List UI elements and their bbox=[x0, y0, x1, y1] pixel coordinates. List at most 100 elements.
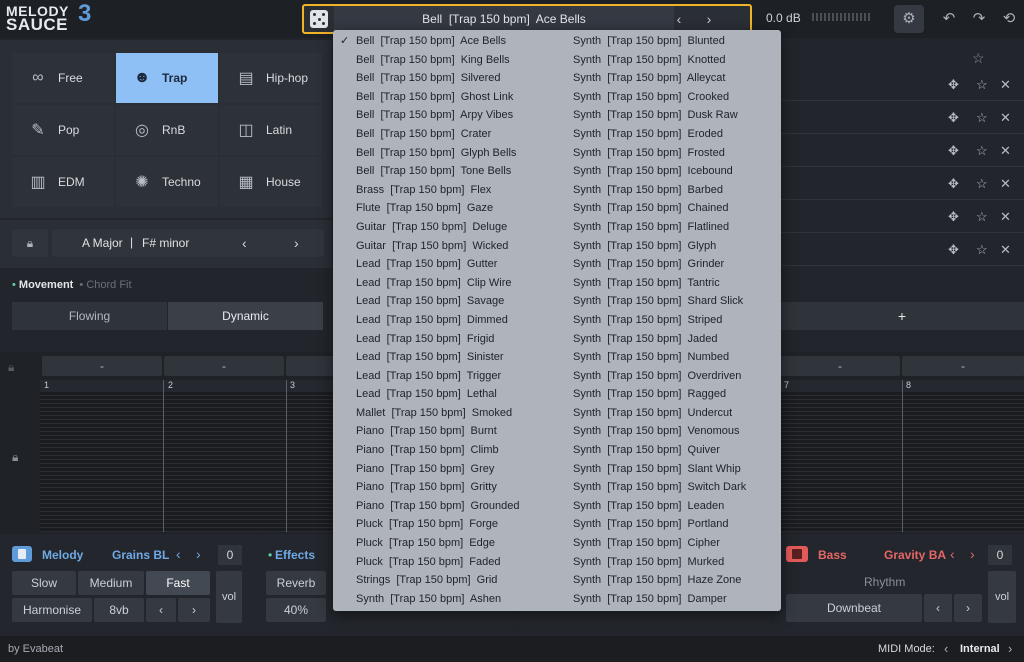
preset-item[interactable]: Bell [Trap 150 bpm] Silvered bbox=[333, 69, 563, 88]
preset-item[interactable]: Synth [Trap 150 bpm] Alleycat bbox=[573, 69, 781, 88]
preset-item[interactable]: Guitar [Trap 150 bpm] Deluge bbox=[333, 218, 563, 237]
move-icon[interactable]: ✥ bbox=[948, 209, 959, 225]
preset-item[interactable]: Pluck [Trap 150 bpm] Faded bbox=[333, 553, 563, 572]
star-icon[interactable]: ☆ bbox=[976, 176, 988, 192]
key-selector[interactable]: A Major | F# minor ‹ › bbox=[52, 229, 324, 257]
list-item[interactable]: ✥ ☆ ✕ bbox=[780, 101, 1024, 134]
preset-item[interactable]: Lead [Trap 150 bpm] Trigger bbox=[333, 367, 563, 386]
speed-medium[interactable]: Medium bbox=[78, 571, 144, 595]
melody-prev-button[interactable]: ‹ bbox=[176, 546, 181, 562]
star-icon[interactable]: ☆ bbox=[976, 242, 988, 258]
list-item[interactable]: ✥ ☆ ✕ bbox=[780, 200, 1024, 233]
move-icon[interactable]: ✥ bbox=[948, 242, 959, 258]
bar-header[interactable]: - bbox=[42, 356, 162, 376]
close-icon[interactable]: ✕ bbox=[1000, 209, 1011, 225]
bar-header[interactable]: - bbox=[780, 356, 900, 376]
preset-item[interactable]: Synth [Trap 150 bpm] Shard Slick bbox=[573, 292, 781, 311]
preset-item[interactable]: Synth [Trap 150 bpm] Switch Dark bbox=[573, 478, 781, 497]
move-icon[interactable]: ✥ bbox=[948, 77, 959, 93]
list-item[interactable]: ✥ ☆ ✕ bbox=[780, 167, 1024, 200]
genre-edm[interactable]: ▥ EDM bbox=[12, 157, 114, 207]
preset-item[interactable]: Synth [Trap 150 bpm] Portland bbox=[573, 515, 781, 534]
star-icon[interactable]: ☆ bbox=[976, 110, 988, 126]
move-icon[interactable]: ✥ bbox=[948, 143, 959, 159]
preset-item[interactable]: Guitar [Trap 150 bpm] Wicked bbox=[333, 237, 563, 256]
preset-item[interactable]: Synth [Trap 150 bpm] Striped bbox=[573, 311, 781, 330]
tab-chord-fit[interactable]: Chord Fit bbox=[86, 279, 131, 291]
history-icon[interactable]: ⟲ bbox=[994, 5, 1024, 33]
preset-item[interactable]: Synth [Trap 150 bpm] Glyph bbox=[573, 237, 781, 256]
preset-item[interactable]: Synth [Trap 150 bpm] Tantric bbox=[573, 274, 781, 293]
star-icon[interactable]: ☆ bbox=[976, 209, 988, 225]
genre-trap[interactable]: ☻ Trap bbox=[116, 53, 218, 103]
bar-header[interactable]: - bbox=[902, 356, 1024, 376]
move-icon[interactable]: ✥ bbox=[948, 176, 959, 192]
reverb-value[interactable]: 40% bbox=[266, 598, 326, 622]
downbeat-select[interactable]: Downbeat bbox=[786, 594, 922, 622]
preset-item[interactable]: Synth [Trap 150 bpm] Blunted bbox=[573, 32, 781, 51]
melody-next-button[interactable]: › bbox=[196, 546, 201, 562]
preset-item[interactable]: ✓ Bell [Trap 150 bpm] Ace Bells bbox=[333, 32, 563, 51]
preset-item[interactable]: Lead [Trap 150 bpm] Clip Wire bbox=[333, 274, 563, 293]
reverb-button[interactable]: Reverb bbox=[266, 571, 326, 595]
list-item[interactable]: ✥ ☆ ✕ bbox=[780, 68, 1024, 101]
genre-free[interactable]: ∞ Free bbox=[12, 53, 114, 103]
undo-icon[interactable]: ↶ bbox=[934, 5, 964, 33]
redo-icon[interactable]: ↷ bbox=[964, 5, 994, 33]
preset-item[interactable]: Synth [Trap 150 bpm] Ashen bbox=[333, 590, 563, 609]
tab-movement[interactable]: Movement bbox=[19, 279, 73, 291]
preset-prev-button[interactable]: ‹ bbox=[664, 6, 694, 32]
preset-item[interactable]: Synth [Trap 150 bpm] Frosted bbox=[573, 144, 781, 163]
preset-item[interactable]: Pluck [Trap 150 bpm] Edge bbox=[333, 534, 563, 553]
close-icon[interactable]: ✕ bbox=[1000, 110, 1011, 126]
midi-prev-button[interactable]: ‹ bbox=[944, 641, 948, 656]
preset-next-button[interactable]: › bbox=[694, 6, 724, 32]
preset-item[interactable]: Lead [Trap 150 bpm] Sinister bbox=[333, 348, 563, 367]
melody-value[interactable]: 0 bbox=[218, 545, 242, 565]
preset-item[interactable]: Bell [Trap 150 bpm] Crater bbox=[333, 125, 563, 144]
preset-item[interactable]: Synth [Trap 150 bpm] Chained bbox=[573, 199, 781, 218]
preset-item[interactable]: Pluck [Trap 150 bpm] Forge bbox=[333, 515, 563, 534]
dice-icon[interactable] bbox=[310, 10, 328, 28]
preset-item[interactable]: Flute [Trap 150 bpm] Gaze bbox=[333, 199, 563, 218]
key-prev-button[interactable]: ‹ bbox=[242, 235, 247, 251]
preset-item[interactable]: Bell [Trap 150 bpm] Arpy Vibes bbox=[333, 106, 563, 125]
key-minor[interactable]: F# minor bbox=[142, 236, 189, 250]
bass-preset[interactable]: Gravity BA bbox=[884, 548, 946, 562]
preset-item[interactable]: Synth [Trap 150 bpm] Haze Zone bbox=[573, 571, 781, 590]
preset-item[interactable]: Synth [Trap 150 bpm] Dusk Raw bbox=[573, 106, 781, 125]
preset-item[interactable]: Piano [Trap 150 bpm] Burnt bbox=[333, 422, 563, 441]
preset-item[interactable]: Piano [Trap 150 bpm] Climb bbox=[333, 441, 563, 460]
preset-item[interactable]: Synth [Trap 150 bpm] Icebound bbox=[573, 162, 781, 181]
preset-item[interactable]: Piano [Trap 150 bpm] Grey bbox=[333, 460, 563, 479]
preset-item[interactable]: Bell [Trap 150 bpm] Ghost Link bbox=[333, 88, 563, 107]
preset-item[interactable]: Mallet [Trap 150 bpm] Smoked bbox=[333, 404, 563, 423]
midi-next-button[interactable]: › bbox=[1008, 641, 1012, 656]
preset-item[interactable]: Synth [Trap 150 bpm] Eroded bbox=[573, 125, 781, 144]
preset-item[interactable]: Synth [Trap 150 bpm] Cipher bbox=[573, 534, 781, 553]
preset-item[interactable]: Synth [Trap 150 bpm] Knotted bbox=[573, 51, 781, 70]
genre-techno[interactable]: ✺ Techno bbox=[116, 157, 218, 207]
bass-next-button[interactable]: › bbox=[970, 546, 975, 562]
preset-item[interactable]: Synth [Trap 150 bpm] Overdriven bbox=[573, 367, 781, 386]
add-button[interactable]: + bbox=[780, 302, 1024, 330]
melody-preset[interactable]: Grains BL bbox=[112, 548, 169, 562]
movement-flowing[interactable]: Flowing bbox=[12, 302, 167, 330]
lock-icon[interactable]: 🔒︎ bbox=[12, 229, 48, 257]
preset-item[interactable]: Synth [Trap 150 bpm] Jaded bbox=[573, 330, 781, 349]
melody-toggle[interactable] bbox=[12, 546, 32, 562]
preset-item[interactable]: Synth [Trap 150 bpm] Undercut bbox=[573, 404, 781, 423]
octave-next-button[interactable]: › bbox=[178, 598, 210, 622]
preset-item[interactable]: Synth [Trap 150 bpm] Damper bbox=[573, 590, 781, 609]
preset-item[interactable]: Strings [Trap 150 bpm] Grid bbox=[333, 571, 563, 590]
midi-mode-value[interactable]: Internal bbox=[960, 643, 1000, 655]
preset-name[interactable]: Bell [Trap 150 bpm] Ace Bells bbox=[334, 6, 674, 32]
genre-latin[interactable]: ◫ Latin bbox=[220, 105, 322, 155]
close-icon[interactable]: ✕ bbox=[1000, 176, 1011, 192]
preset-item[interactable]: Synth [Trap 150 bpm] Flatlined bbox=[573, 218, 781, 237]
preset-item[interactable]: Synth [Trap 150 bpm] Murked bbox=[573, 553, 781, 572]
lock-icon[interactable]: 🔒︎ bbox=[8, 360, 14, 375]
list-item[interactable]: ✥ ☆ ✕ bbox=[780, 134, 1024, 167]
preset-item[interactable]: Lead [Trap 150 bpm] Gutter bbox=[333, 255, 563, 274]
preset-item[interactable]: Lead [Trap 150 bpm] Lethal bbox=[333, 385, 563, 404]
